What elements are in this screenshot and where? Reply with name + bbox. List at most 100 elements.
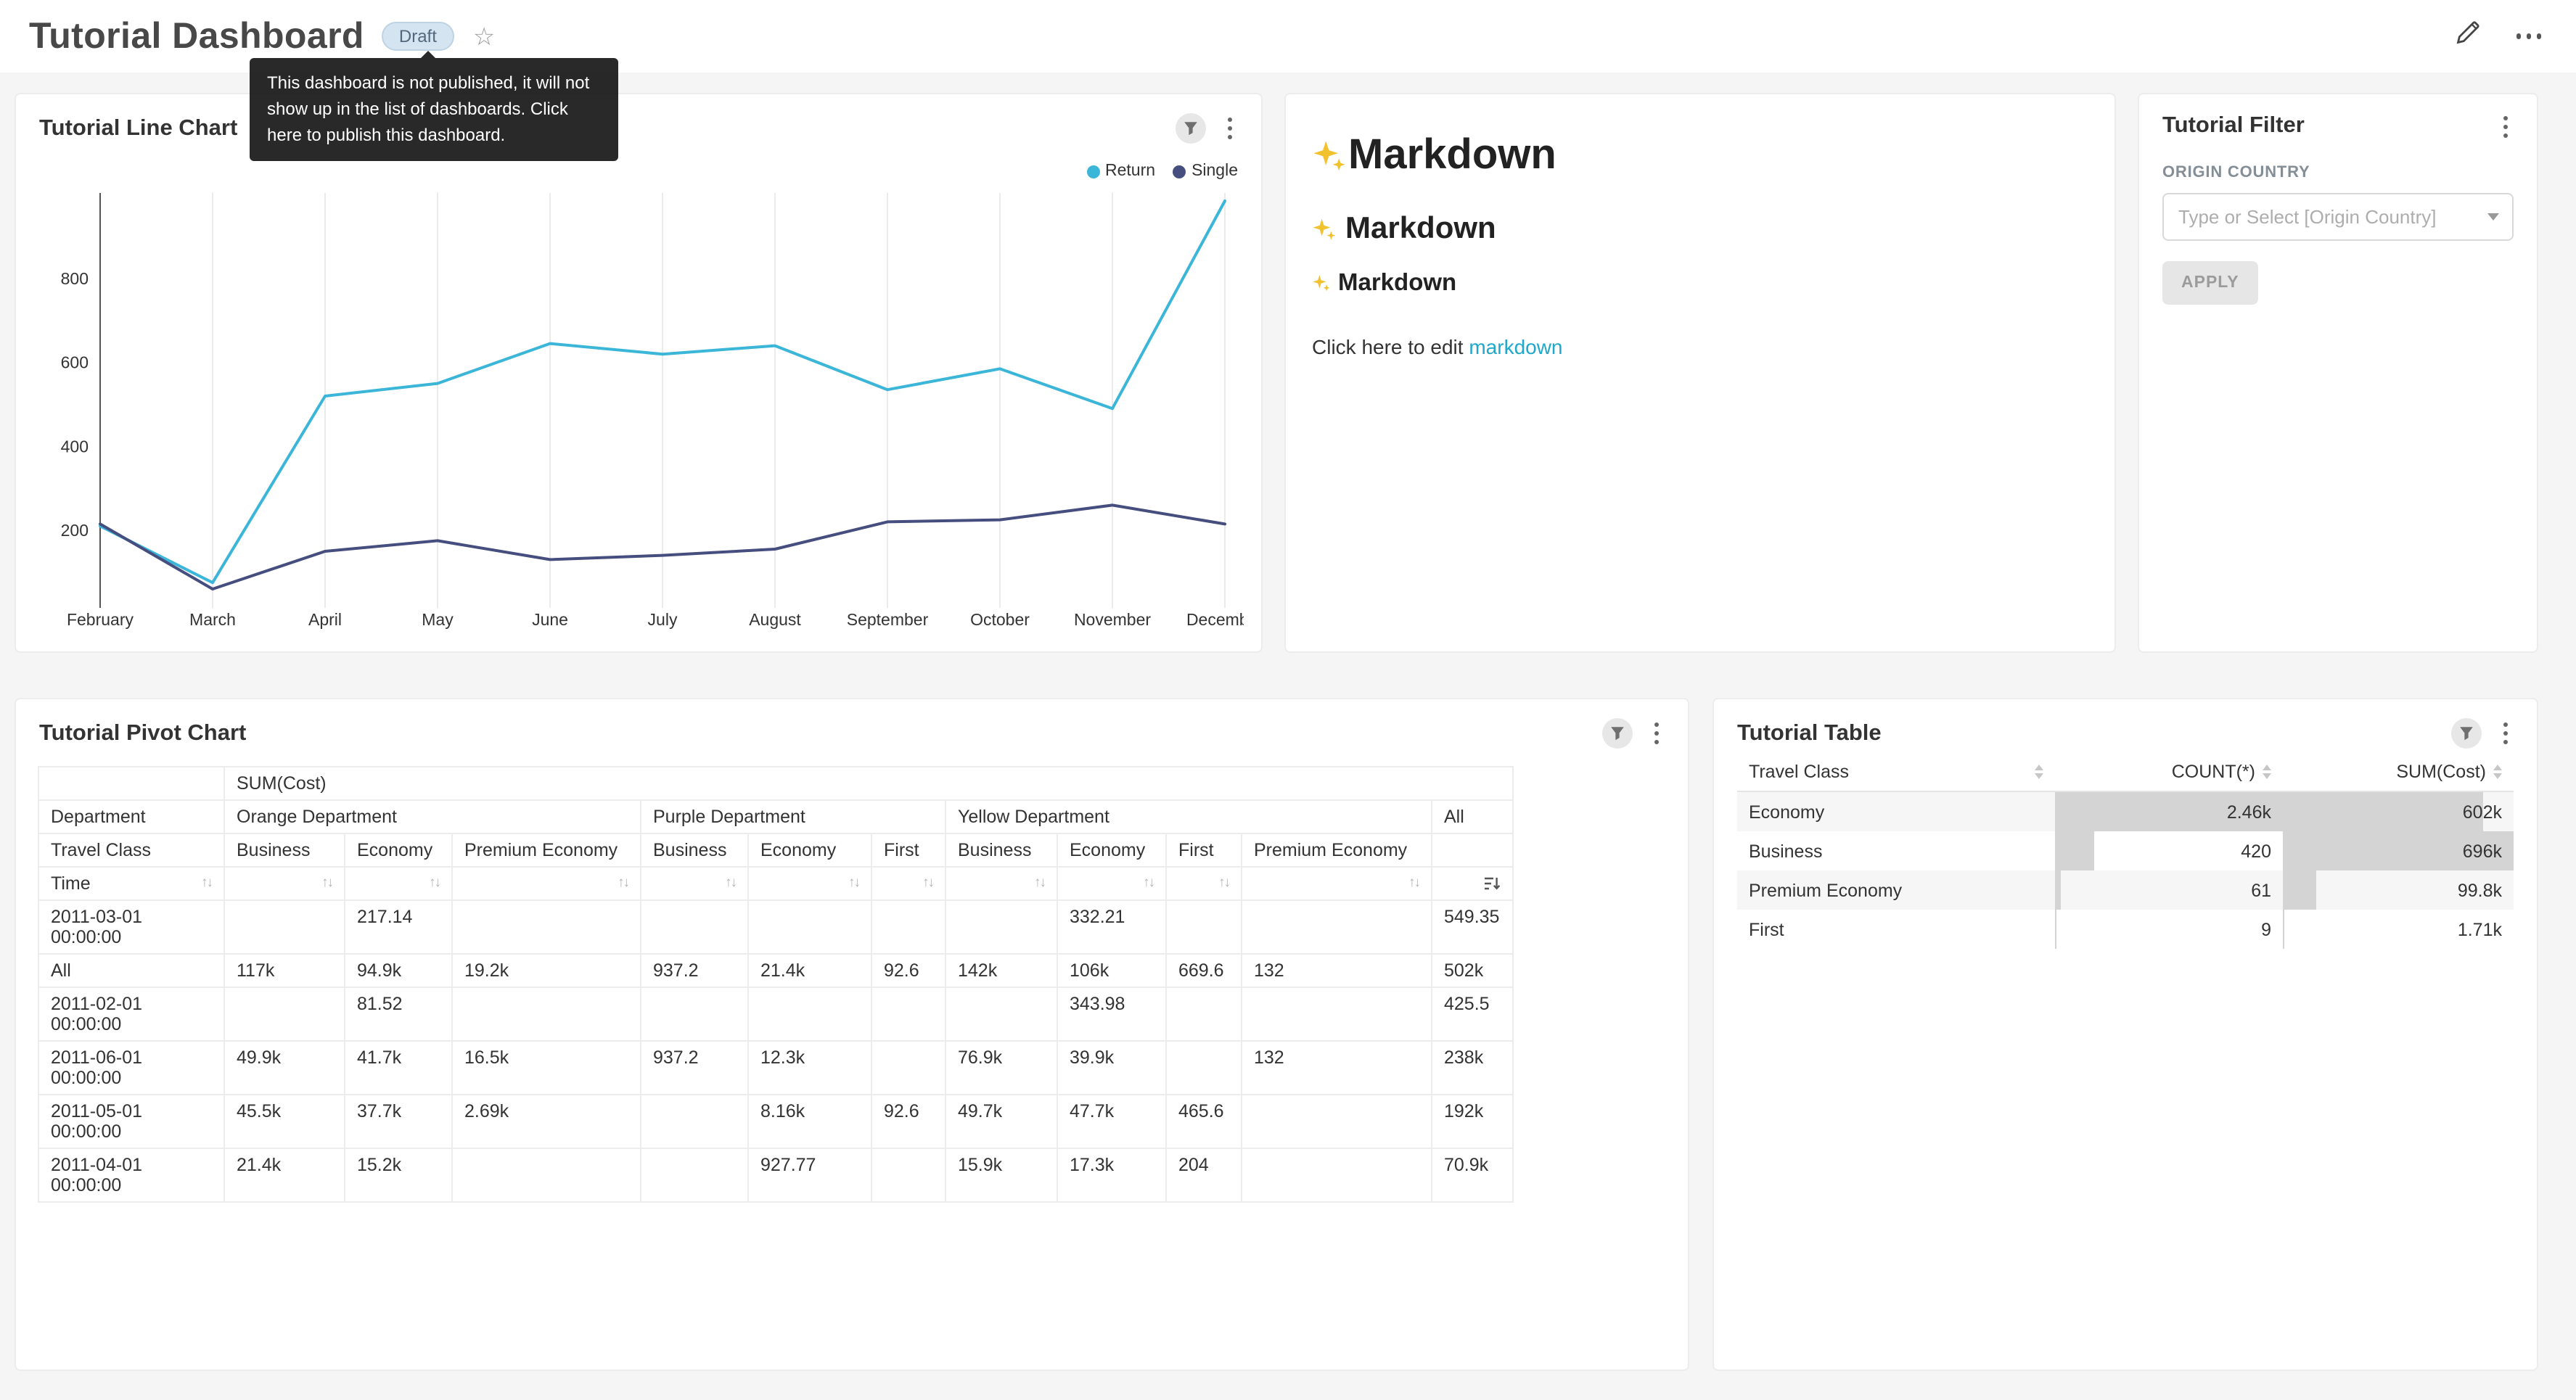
pivot-row: 2011-06-0100:00:0049.9k41.7k16.5k937.212… (38, 1041, 1513, 1095)
pivot-cell: 19.2k (452, 954, 641, 987)
more-options-icon[interactable] (2510, 28, 2547, 45)
pivot-cell: 927.77 (748, 1148, 871, 1202)
pivot-cell: 15.9k (946, 1148, 1057, 1202)
pivot-cell: 332.21 (1057, 900, 1166, 954)
legend-item[interactable]: Return (1086, 162, 1155, 180)
sort-desc-icon[interactable] (1483, 875, 1501, 892)
cross-filter-icon[interactable] (1176, 113, 1206, 144)
chart-kebab-menu-icon[interactable] (1222, 115, 1238, 142)
cross-filter-icon[interactable] (1602, 718, 1633, 749)
pivot-cell: 15.2k (345, 1148, 452, 1202)
chart-title: Tutorial Line Chart (39, 115, 237, 141)
legend-item[interactable]: Single (1173, 162, 1238, 180)
pivot-card-title: Tutorial Pivot Chart (39, 720, 246, 746)
markdown-edit-link[interactable]: markdown (1469, 335, 1562, 358)
pivot-cell (641, 1095, 748, 1148)
svg-text:March: March (189, 610, 236, 629)
sort-icon[interactable]: ↑↓ (618, 875, 628, 891)
filter-kebab-menu-icon[interactable] (2498, 113, 2514, 141)
sort-icon[interactable]: ↑↓ (848, 875, 859, 891)
pivot-cell: 81.52 (345, 987, 452, 1041)
markdown-paragraph: Click here to edit markdown (1312, 335, 2088, 358)
sort-icon (2263, 765, 2271, 779)
sort-icon[interactable]: ↑↓ (201, 875, 212, 891)
pivot-sort-row: Time↑↓↑↓↑↓↑↓↑↓↑↓↑↓↑↓↑↓↑↓↑↓ (38, 867, 1513, 900)
filter-field-label: ORIGIN COUNTRY (2162, 164, 2514, 181)
pivot-cell: 465.6 (1166, 1095, 1242, 1148)
pivot-row: 2011-03-0100:00:00217.14332.21549.35 (38, 900, 1513, 954)
pivot-cell: 21.4k (748, 954, 871, 987)
pivot-cell (871, 900, 946, 954)
pivot-class-header (1432, 833, 1513, 867)
draft-badge[interactable]: Draft (382, 22, 454, 51)
svg-text:July: July (648, 610, 678, 629)
pivot-group-header: Orange Department (224, 800, 641, 833)
origin-country-input[interactable] (2162, 193, 2514, 241)
pivot-cell (871, 987, 946, 1041)
pivot-cell (641, 900, 748, 954)
pivot-cell: 94.9k (345, 954, 452, 987)
page-title: Tutorial Dashboard (29, 15, 364, 57)
sort-icon[interactable]: ↑↓ (321, 875, 332, 891)
pivot-class-row: Travel ClassBusinessEconomyPremium Econo… (38, 833, 1513, 867)
pivot-cell (1166, 987, 1242, 1041)
pivot-row: 2011-02-0100:00:0081.52343.98425.5 (38, 987, 1513, 1041)
sort-icon (2493, 765, 2502, 779)
pivot-cell: 39.9k (1057, 1041, 1166, 1095)
col-header-travel-class[interactable]: Travel Class (1737, 753, 2055, 791)
table-kebab-menu-icon[interactable] (2498, 720, 2514, 747)
pivot-table: SUM(Cost)DepartmentOrange DepartmentPurp… (38, 766, 1514, 1203)
pivot-row: All117k94.9k19.2k937.221.4k92.6142k106k6… (38, 954, 1513, 987)
tutorial-table-card: Tutorial Table Travel Class COUNT(*) SUM… (1712, 698, 2538, 1371)
favorite-star-icon[interactable]: ☆ (473, 24, 496, 49)
markdown-heading-1: Markdown (1312, 132, 2088, 180)
col-header-sum[interactable]: SUM(Cost) (2283, 753, 2514, 791)
pivot-cell (1242, 900, 1432, 954)
pivot-cell (748, 900, 871, 954)
count-cell: 61 (2055, 870, 2283, 910)
pivot-class-header: Premium Economy (452, 833, 641, 867)
sort-icon[interactable]: ↑↓ (1143, 875, 1154, 891)
sort-icon[interactable]: ↑↓ (1408, 875, 1419, 891)
pivot-cell: 49.9k (224, 1041, 345, 1095)
table-row: Business 420 696k (1737, 831, 2514, 870)
pivot-cell: 132 (1242, 954, 1432, 987)
count-cell: 420 (2055, 831, 2283, 870)
sort-icon[interactable]: ↑↓ (1218, 875, 1229, 891)
line-chart-legend: Return Single (1086, 162, 1238, 180)
pivot-cell: 16.5k (452, 1041, 641, 1095)
pivot-cell (1166, 900, 1242, 954)
pivot-class-header: Economy (345, 833, 452, 867)
pivot-cell (748, 987, 871, 1041)
pivot-cell (871, 1148, 946, 1202)
pivot-cell: 12.3k (748, 1041, 871, 1095)
tutorial-table: Travel Class COUNT(*) SUM(Cost) Economy … (1737, 753, 2514, 949)
travel-class-cell: First (1737, 910, 2055, 949)
origin-country-select[interactable] (2162, 193, 2514, 241)
pivot-kebab-menu-icon[interactable] (1649, 720, 1665, 747)
pivot-cell (1242, 1148, 1432, 1202)
table-row: Economy 2.46k 602k (1737, 791, 2514, 831)
pivot-class-header: Economy (1057, 833, 1166, 867)
tutorial-filter-card: Tutorial Filter ORIGIN COUNTRY APPLY (2138, 93, 2538, 653)
svg-text:800: 800 (61, 269, 89, 288)
col-header-count[interactable]: COUNT(*) (2055, 753, 2283, 791)
count-cell: 9 (2055, 910, 2283, 949)
svg-text:May: May (422, 610, 454, 629)
svg-text:400: 400 (61, 437, 89, 456)
markdown-heading-3: Markdown (1312, 270, 2088, 297)
pivot-cell: 204 (1166, 1148, 1242, 1202)
sort-icon[interactable]: ↑↓ (725, 875, 736, 891)
pivot-cell: 937.2 (641, 954, 748, 987)
sort-icon[interactable]: ↑↓ (922, 875, 933, 891)
count-cell: 2.46k (2055, 791, 2283, 831)
cross-filter-icon[interactable] (2451, 718, 2482, 749)
apply-filter-button[interactable]: APPLY (2162, 261, 2258, 305)
sort-icon[interactable]: ↑↓ (1034, 875, 1045, 891)
travel-class-cell: Economy (1737, 791, 2055, 831)
sort-icon[interactable]: ↑↓ (429, 875, 440, 891)
pivot-cell: 117k (224, 954, 345, 987)
tutorial-line-chart-card: Tutorial Line Chart ReturnSingle Februar… (15, 93, 1263, 653)
table-row: Premium Economy 61 99.8k (1737, 870, 2514, 910)
edit-pencil-icon[interactable] (2453, 19, 2481, 54)
